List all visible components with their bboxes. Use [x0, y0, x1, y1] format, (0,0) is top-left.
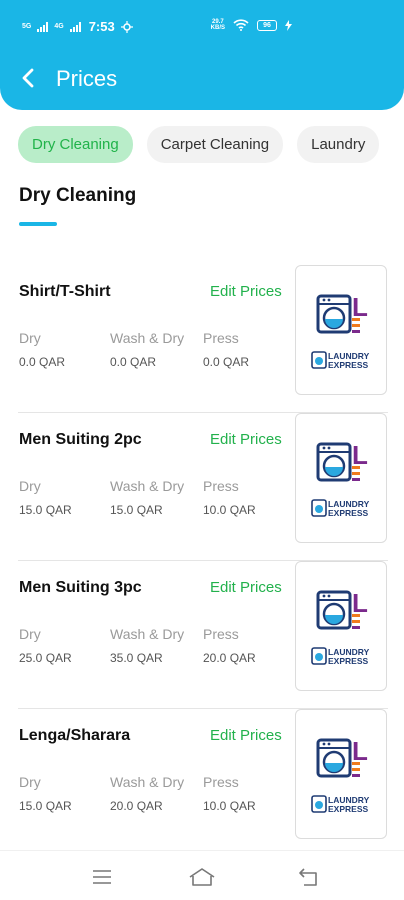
wifi-icon — [233, 19, 249, 31]
press-label: Press — [203, 478, 239, 494]
notification-icon — [120, 20, 133, 33]
item-name: Shirt/T-Shirt — [19, 283, 111, 300]
home-icon — [189, 868, 215, 886]
svg-text:EXPRESS: EXPRESS — [328, 360, 368, 370]
dry-price: 25.0 QAR — [19, 651, 72, 665]
dry-price: 15.0 QAR — [19, 503, 72, 517]
arrow-back-icon — [22, 68, 34, 88]
net-speed: 29.7 KB/S — [210, 19, 225, 31]
menu-button[interactable] — [88, 865, 116, 889]
menu-icon — [93, 870, 111, 884]
tab-dry-cleaning[interactable]: Dry Cleaning — [18, 126, 133, 163]
press-price: 10.0 QAR — [203, 799, 256, 813]
edit-prices-button[interactable]: Edit Prices — [210, 283, 282, 300]
price-item: Lenga/Sharara Edit Prices Dry 15.0 QAR Wa… — [0, 709, 404, 857]
return-icon — [299, 868, 317, 886]
svg-text:EXPRESS: EXPRESS — [328, 656, 368, 666]
network-label-2: 4G — [54, 22, 64, 30]
wash-dry-label: Wash & Dry — [110, 626, 185, 642]
laundry-express-logo: L LAUNDRY EXPRESS — [310, 286, 372, 379]
home-button[interactable] — [188, 865, 216, 889]
press-label: Press — [203, 626, 239, 642]
item-name: Men Suiting 3pc — [19, 579, 142, 596]
svg-text:L: L — [352, 292, 368, 322]
back-nav-button[interactable] — [294, 865, 322, 889]
svg-text:L: L — [352, 440, 368, 470]
press-label: Press — [203, 330, 239, 346]
section-title: Dry Cleaning — [19, 185, 137, 206]
dry-label: Dry — [19, 478, 41, 494]
dry-label: Dry — [19, 626, 41, 642]
price-item: Men Suiting 3pc Edit Prices Dry 25.0 QAR … — [0, 561, 404, 709]
wash-dry-label: Wash & Dry — [110, 774, 185, 790]
item-image: L LAUNDRY EXPRESS — [295, 561, 387, 691]
edit-prices-button[interactable]: Edit Prices — [210, 431, 282, 448]
press-price: 20.0 QAR — [203, 651, 256, 665]
price-item: Shirt/T-Shirt Edit Prices Dry 0.0 QAR Was… — [0, 265, 404, 413]
svg-text:L: L — [352, 736, 368, 766]
item-name: Lenga/Sharara — [19, 727, 131, 744]
press-label: Press — [203, 774, 239, 790]
item-name: Men Suiting 2pc — [19, 431, 142, 448]
back-button[interactable] — [14, 64, 42, 92]
item-image: L LAUNDRY EXPRESS — [295, 265, 387, 395]
dry-price: 15.0 QAR — [19, 799, 72, 813]
battery-icon: 96 — [257, 19, 277, 31]
signal-icon — [37, 21, 49, 32]
dry-label: Dry — [19, 330, 41, 346]
status-bar: 5G 4G 7:53 29.7 KB/S 96 — [0, 0, 404, 56]
edit-prices-button[interactable]: Edit Prices — [210, 727, 282, 744]
wash-dry-price: 0.0 QAR — [110, 355, 157, 369]
item-image: L LAUNDRY EXPRESS — [295, 413, 387, 543]
section-underline — [19, 222, 57, 226]
wash-dry-label: Wash & Dry — [110, 330, 185, 346]
item-image: L LAUNDRY EXPRESS — [295, 709, 387, 839]
wash-dry-price: 35.0 QAR — [110, 651, 163, 665]
dry-price: 0.0 QAR — [19, 355, 66, 369]
category-tabs: Dry Cleaning Carpet Cleaning Laundry — [18, 126, 380, 163]
wash-dry-label: Wash & Dry — [110, 478, 185, 494]
app-bar: 5G 4G 7:53 29.7 KB/S 96 Prices — [0, 0, 404, 110]
edit-prices-button[interactable]: Edit Prices — [210, 579, 282, 596]
laundry-express-logo: L LAUNDRY EXPRESS — [310, 730, 372, 823]
press-price: 10.0 QAR — [203, 503, 256, 517]
svg-text:L: L — [352, 588, 368, 618]
wash-dry-price: 15.0 QAR — [110, 503, 163, 517]
signal-icon-2 — [69, 21, 81, 32]
tab-laundry[interactable]: Laundry — [297, 126, 380, 163]
system-nav-bar — [0, 850, 404, 900]
press-price: 0.0 QAR — [203, 355, 250, 369]
laundry-express-logo: L LAUNDRY EXPRESS — [310, 582, 372, 675]
dry-label: Dry — [19, 774, 41, 790]
laundry-express-logo: L LAUNDRY EXPRESS — [310, 434, 372, 527]
page-title: Prices — [56, 66, 118, 91]
tab-carpet-cleaning[interactable]: Carpet Cleaning — [146, 126, 284, 163]
clock: 7:53 — [88, 19, 115, 34]
charging-icon — [285, 19, 292, 31]
svg-text:EXPRESS: EXPRESS — [328, 804, 368, 814]
wash-dry-price: 20.0 QAR — [110, 799, 163, 813]
network-label: 5G — [22, 22, 32, 30]
price-item: Men Suiting 2pc Edit Prices Dry 15.0 QAR … — [0, 413, 404, 561]
svg-text:EXPRESS: EXPRESS — [328, 508, 368, 518]
